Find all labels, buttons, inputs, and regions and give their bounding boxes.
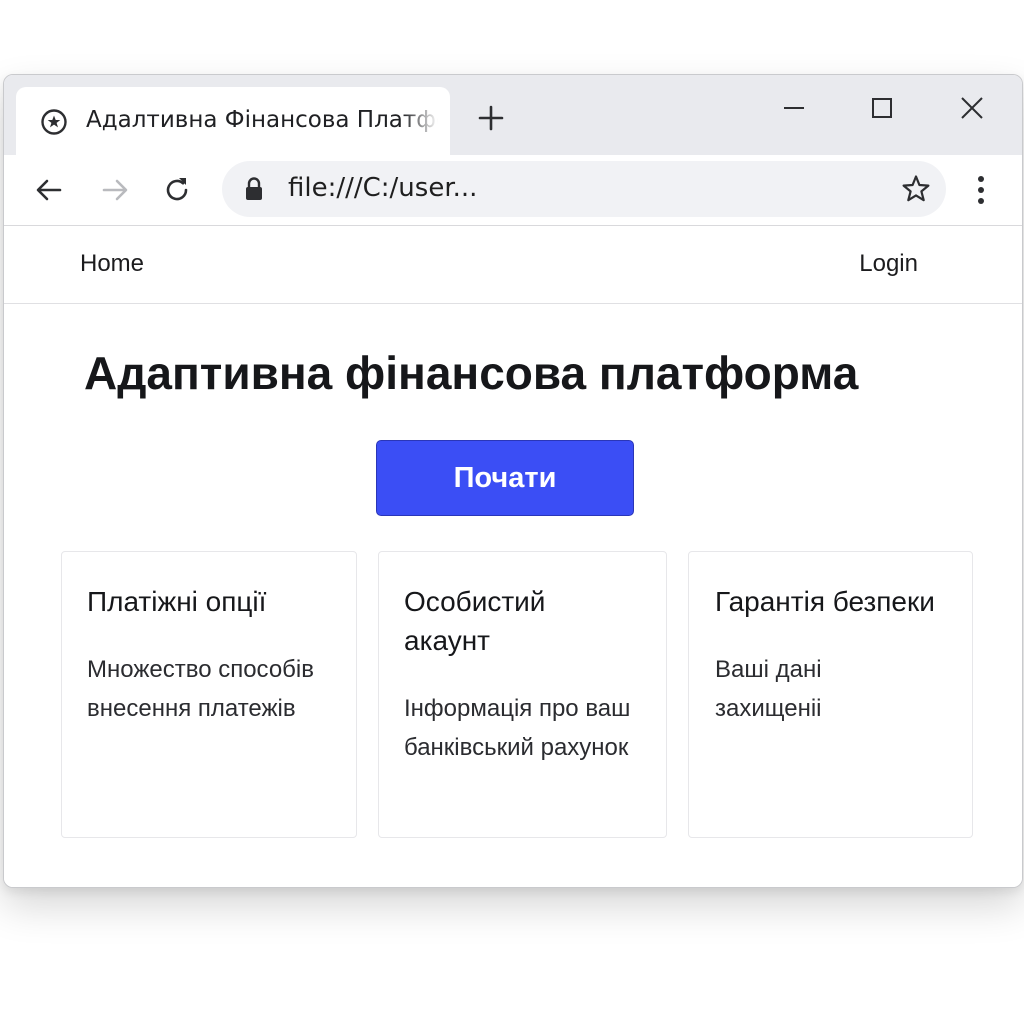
minimize-icon — [784, 107, 804, 109]
page-content: Home Login Адаптивна фінансова платформа… — [4, 226, 1022, 887]
minimize-button[interactable] — [774, 93, 814, 123]
card-text: Ваші дані захищеніі — [715, 656, 822, 722]
card-text: Множество способів внесення платежів — [87, 656, 315, 722]
nav-login-link[interactable]: Login — [859, 250, 918, 278]
menu-button[interactable] — [968, 173, 994, 207]
maximize-icon — [872, 98, 892, 118]
nav-home-link[interactable]: Home — [80, 250, 144, 278]
back-arrow-icon — [36, 179, 62, 201]
plus-icon — [478, 105, 504, 131]
feature-card-security: Гарантія безпеки Ваші дані захищеніі — [688, 551, 973, 838]
card-title: Гарантія безпеки — [715, 586, 935, 617]
reload-icon — [166, 178, 188, 201]
site-navbar: Home Login — [4, 226, 1022, 304]
more-vert-icon — [978, 176, 984, 204]
browser-toolbar: file:///C:/user... — [4, 155, 1022, 226]
lock-icon — [240, 175, 268, 203]
feature-card-account: Особистий акаунт Інформація про ваш банк… — [378, 551, 667, 838]
star-icon[interactable] — [900, 173, 932, 205]
card-text: Інформація про ваш банківський рахунок — [404, 695, 631, 761]
forward-button[interactable] — [98, 173, 132, 207]
reload-button[interactable] — [160, 173, 194, 207]
tab-title: Адалтивна Фінансова Платформа — [86, 107, 438, 133]
page-title: Адаптивна фінансова платформа — [84, 347, 859, 399]
browser-tab[interactable]: Адалтивна Фінансова Платформа — [16, 87, 450, 157]
title-bar: Адалтивна Фінансова Платформа — [4, 75, 1022, 157]
back-button[interactable] — [32, 173, 66, 207]
url-text: file:///C:/user... — [288, 173, 478, 203]
new-tab-button[interactable] — [476, 103, 506, 133]
start-button[interactable]: Почати — [376, 440, 634, 516]
feature-card-payments: Платіжні опції Множество способів внесен… — [61, 551, 357, 838]
favicon-icon — [40, 108, 68, 136]
address-bar[interactable]: file:///C:/user... — [222, 161, 946, 217]
close-window-button[interactable] — [952, 93, 992, 123]
maximize-button[interactable] — [862, 93, 902, 123]
card-title: Особистий акаунт — [404, 586, 546, 656]
close-icon — [961, 97, 983, 119]
forward-arrow-icon — [102, 179, 128, 201]
browser-window: Адалтивна Фінансова Платформа — [3, 74, 1023, 888]
card-title: Платіжні опції — [87, 586, 267, 617]
